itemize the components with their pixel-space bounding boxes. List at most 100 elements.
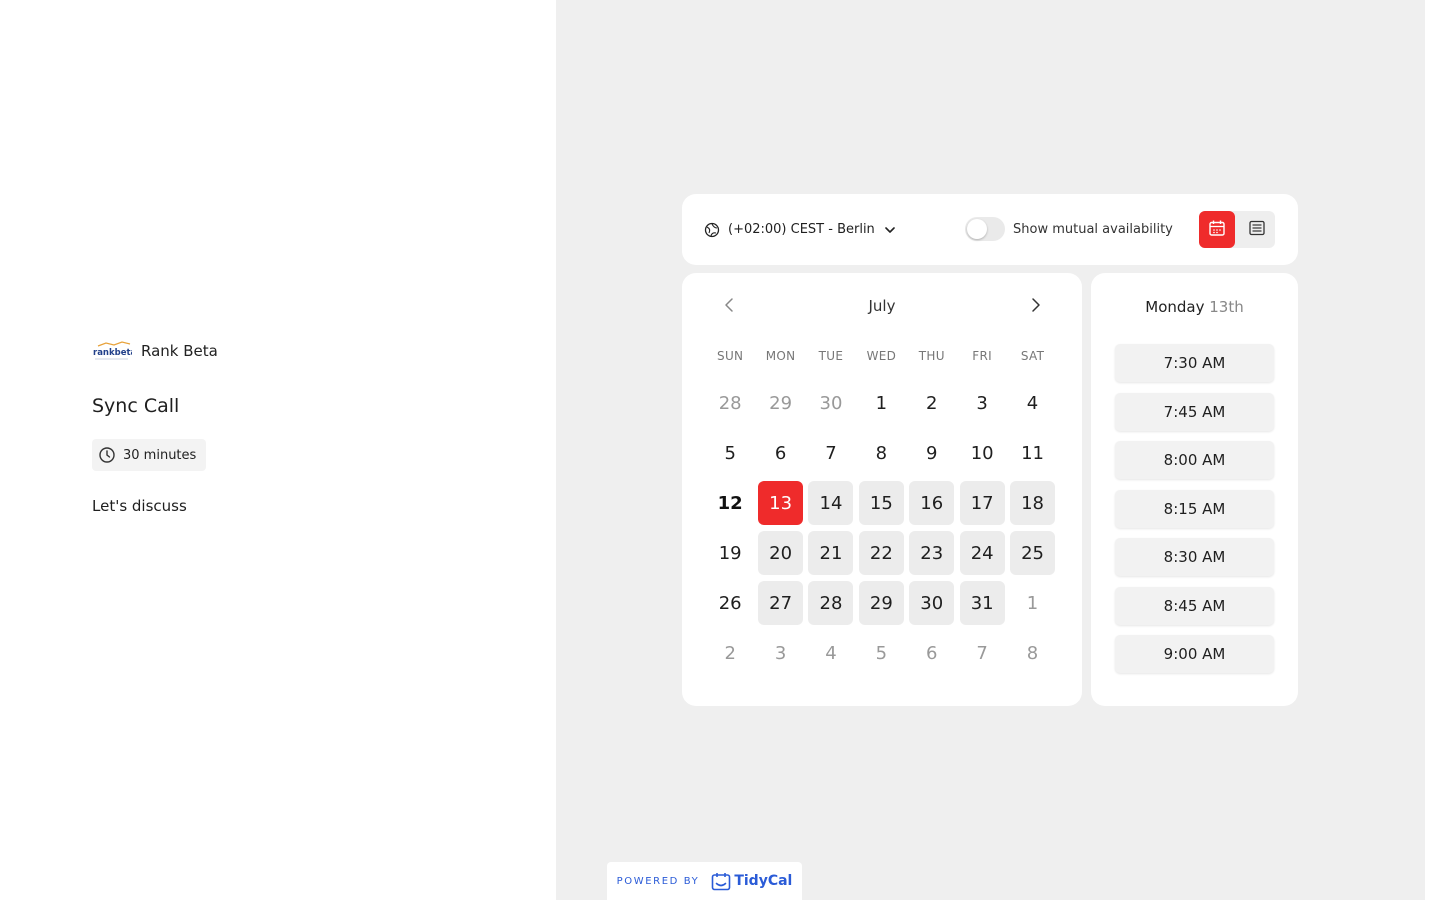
powered-by-footer[interactable]: POWERED BY TidyCal (607, 862, 802, 900)
day-cell: 10 (957, 428, 1007, 478)
day-number: 16 (909, 481, 955, 525)
day-number: 20 (758, 531, 804, 575)
day-cell: 11 (1007, 428, 1057, 478)
day-number: 12 (717, 492, 743, 514)
selected-weekday: Monday (1145, 298, 1205, 316)
day-number: 15 (858, 481, 904, 525)
day-number: 7 (825, 442, 837, 464)
day-cell-available[interactable]: 21 (806, 528, 856, 578)
day-cell: 30 (806, 378, 856, 428)
brand: rankbeta Rank Beta (92, 340, 218, 362)
list-icon (1248, 219, 1266, 241)
time-slot-button[interactable]: 8:15 AM (1115, 489, 1274, 528)
day-cell: 3 (755, 628, 805, 678)
day-number: 18 (1010, 481, 1056, 525)
selected-daynum: 13th (1209, 298, 1244, 316)
list-view-button[interactable] (1239, 211, 1275, 248)
day-number: 9 (926, 442, 938, 464)
day-cell: 6 (755, 428, 805, 478)
weekday-label: FRI (972, 349, 992, 363)
day-cell-available[interactable]: 25 (1007, 528, 1057, 578)
day-number: 29 (769, 392, 793, 414)
day-cell: 9 (907, 428, 957, 478)
day-number: 14 (808, 481, 854, 525)
day-cell-available[interactable]: 18 (1007, 478, 1057, 528)
day-cell-available[interactable]: 24 (957, 528, 1007, 578)
day-cell: 4 (806, 628, 856, 678)
weekday-label: SUN (717, 349, 744, 363)
day-number: 8 (875, 442, 888, 464)
time-slot-button[interactable]: 9:00 AM (1115, 635, 1274, 673)
timezone-selector[interactable]: (+02:00) CEST - Berlin (704, 194, 897, 265)
day-cell-available[interactable]: 15 (856, 478, 906, 528)
day-cell: 7 (806, 428, 856, 478)
time-slot-button[interactable]: 7:45 AM (1115, 392, 1274, 431)
day-cell-available[interactable]: 30 (907, 578, 957, 628)
day-number: 28 (808, 581, 854, 625)
day-number: 6 (926, 642, 938, 664)
day-number: 31 (959, 581, 1005, 625)
day-number: 19 (718, 542, 742, 564)
day-cell: 8 (856, 428, 906, 478)
day-cell: 28 (705, 378, 755, 428)
calendar-icon (1208, 219, 1226, 241)
day-cell-available[interactable]: 22 (856, 528, 906, 578)
toggle-knob (967, 219, 987, 239)
day-cell-available[interactable]: 23 (907, 528, 957, 578)
day-number: 22 (858, 531, 904, 575)
next-month-button[interactable] (1027, 297, 1045, 317)
event-title: Sync Call (92, 395, 180, 417)
day-cell-available[interactable]: 27 (755, 578, 805, 628)
day-number: 2 (724, 642, 736, 664)
day-number: 30 (819, 392, 843, 414)
time-slot-button[interactable]: 8:45 AM (1115, 586, 1274, 625)
day-cell: 1 (1007, 578, 1057, 628)
day-number: 5 (875, 642, 888, 664)
day-number: 28 (718, 392, 742, 414)
day-number: 3 (976, 392, 988, 414)
selected-date-heading: Monday 13th (1091, 298, 1298, 316)
brand-logo-text: rankbeta (93, 348, 132, 358)
mutual-availability-toggle[interactable] (965, 217, 1005, 241)
day-number: 1 (1026, 592, 1039, 614)
day-cell: 5 (856, 628, 906, 678)
tidycal-logo: TidyCal (711, 872, 792, 891)
day-cell-available[interactable]: 17 (957, 478, 1007, 528)
day-number: 4 (1026, 392, 1039, 414)
day-cell-available[interactable]: 28 (806, 578, 856, 628)
event-description: Let's discuss (92, 497, 187, 515)
time-slot-list: 7:30 AM 7:45 AM 8:00 AM 8:15 AM 8:30 AM 8:45 … (1115, 344, 1274, 684)
time-slot-button[interactable]: 8:30 AM (1115, 538, 1274, 576)
time-slot-button[interactable]: 7:30 AM (1115, 344, 1274, 382)
calendar-view-button[interactable] (1199, 211, 1235, 248)
weekday-label: MON (765, 349, 796, 363)
day-number: 21 (808, 531, 854, 575)
day-cell: 3 (957, 378, 1007, 428)
event-info-panel: rankbeta Rank Beta Sync Call 30 minutes … (0, 0, 556, 900)
day-cell-available[interactable]: 20 (755, 528, 805, 578)
day-cell: 1 (856, 378, 906, 428)
day-cell-available[interactable]: 14 (806, 478, 856, 528)
weekday-label: SAT (1020, 349, 1045, 363)
duration-label: 30 minutes (123, 447, 197, 463)
time-slot-button[interactable]: 8:00 AM (1115, 441, 1274, 479)
day-cell: 26 (705, 578, 755, 628)
brand-logo: rankbeta (92, 340, 132, 362)
month-label: July (868, 297, 896, 315)
day-cell: 7 (957, 628, 1007, 678)
day-number: 8 (1026, 642, 1039, 664)
day-number: 17 (959, 481, 1005, 525)
day-cell: 6 (907, 628, 957, 678)
day-number: 24 (959, 531, 1005, 575)
day-number: 7 (976, 642, 988, 664)
day-cell-available[interactable]: 16 (907, 478, 957, 528)
day-cell-available[interactable]: 29 (856, 578, 906, 628)
day-number: 4 (825, 642, 837, 664)
weekday-label: TUE (818, 349, 844, 363)
day-number: 1 (875, 392, 888, 414)
day-number: 5 (724, 442, 736, 464)
day-cell-available[interactable]: 31 (957, 578, 1007, 628)
day-cell-selected[interactable]: 13 (755, 478, 805, 528)
day-number: 6 (774, 442, 787, 464)
duration-badge: 30 minutes (92, 439, 207, 471)
